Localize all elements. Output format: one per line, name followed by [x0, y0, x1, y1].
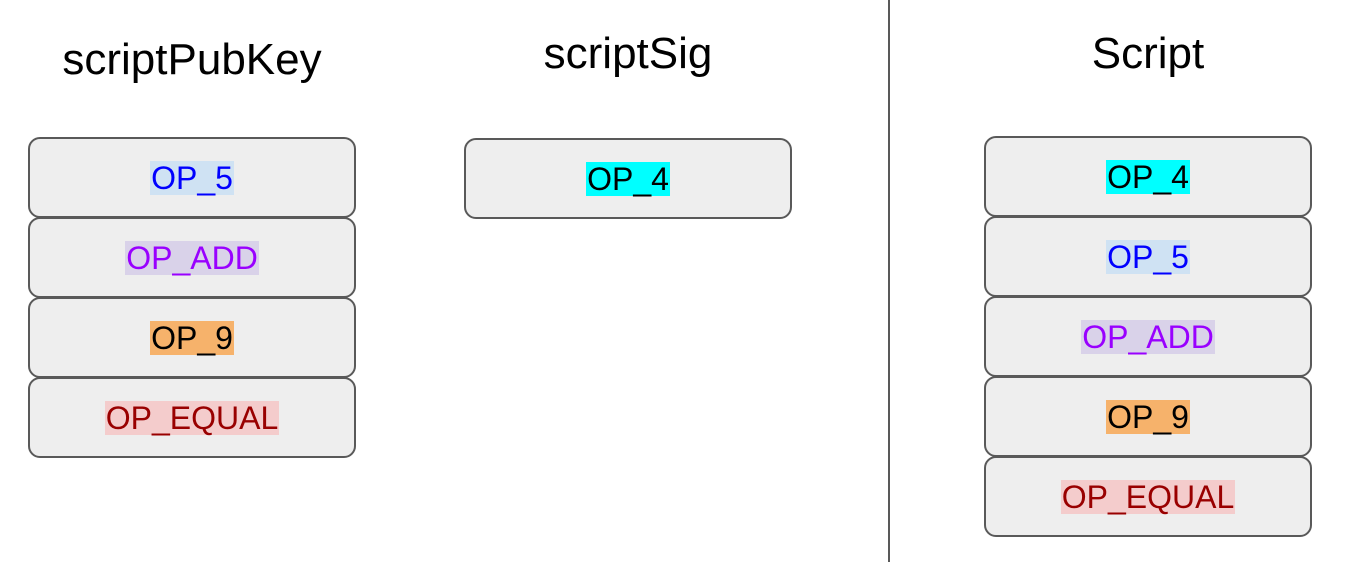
opcode-label: OP_ADD: [125, 239, 259, 276]
opcode-box-op-5: OP_5: [28, 137, 356, 218]
opcode-label: OP_4: [586, 160, 670, 197]
opcode-label: OP_ADD: [1081, 318, 1215, 355]
opcode-box-op-4: OP_4: [464, 138, 792, 219]
opcode-label: OP_EQUAL: [104, 399, 280, 436]
opcode-box-op-4: OP_4: [984, 136, 1312, 217]
opcode-box-op-equal: OP_EQUAL: [28, 377, 356, 458]
opcode-box-op-add: OP_ADD: [984, 296, 1312, 377]
opcode-box-op-9: OP_9: [28, 297, 356, 378]
opcode-label: OP_5: [150, 159, 234, 196]
opcode-box-op-5: OP_5: [984, 216, 1312, 297]
scriptpubkey-title: scriptPubKey: [62, 35, 322, 84]
opcode-label: OP_5: [1106, 238, 1190, 275]
opcode-label: OP_9: [1106, 398, 1190, 435]
scriptsig-title: scriptSig: [543, 29, 713, 78]
opcode-label: OP_EQUAL: [1060, 478, 1236, 515]
script-title: Script: [1091, 29, 1205, 78]
scriptsig-stack: OP_4: [464, 138, 792, 219]
column-divider: [888, 0, 890, 562]
opcode-box-op-equal: OP_EQUAL: [984, 456, 1312, 537]
scriptpubkey-stack: OP_5 OP_ADD OP_9 OP_EQUAL: [28, 137, 356, 458]
script-stack: OP_4 OP_5 OP_ADD OP_9 OP_EQUAL: [984, 136, 1312, 537]
opcode-label: OP_4: [1106, 158, 1190, 195]
opcode-label: OP_9: [150, 319, 234, 356]
opcode-box-op-add: OP_ADD: [28, 217, 356, 298]
opcode-box-op-9: OP_9: [984, 376, 1312, 457]
